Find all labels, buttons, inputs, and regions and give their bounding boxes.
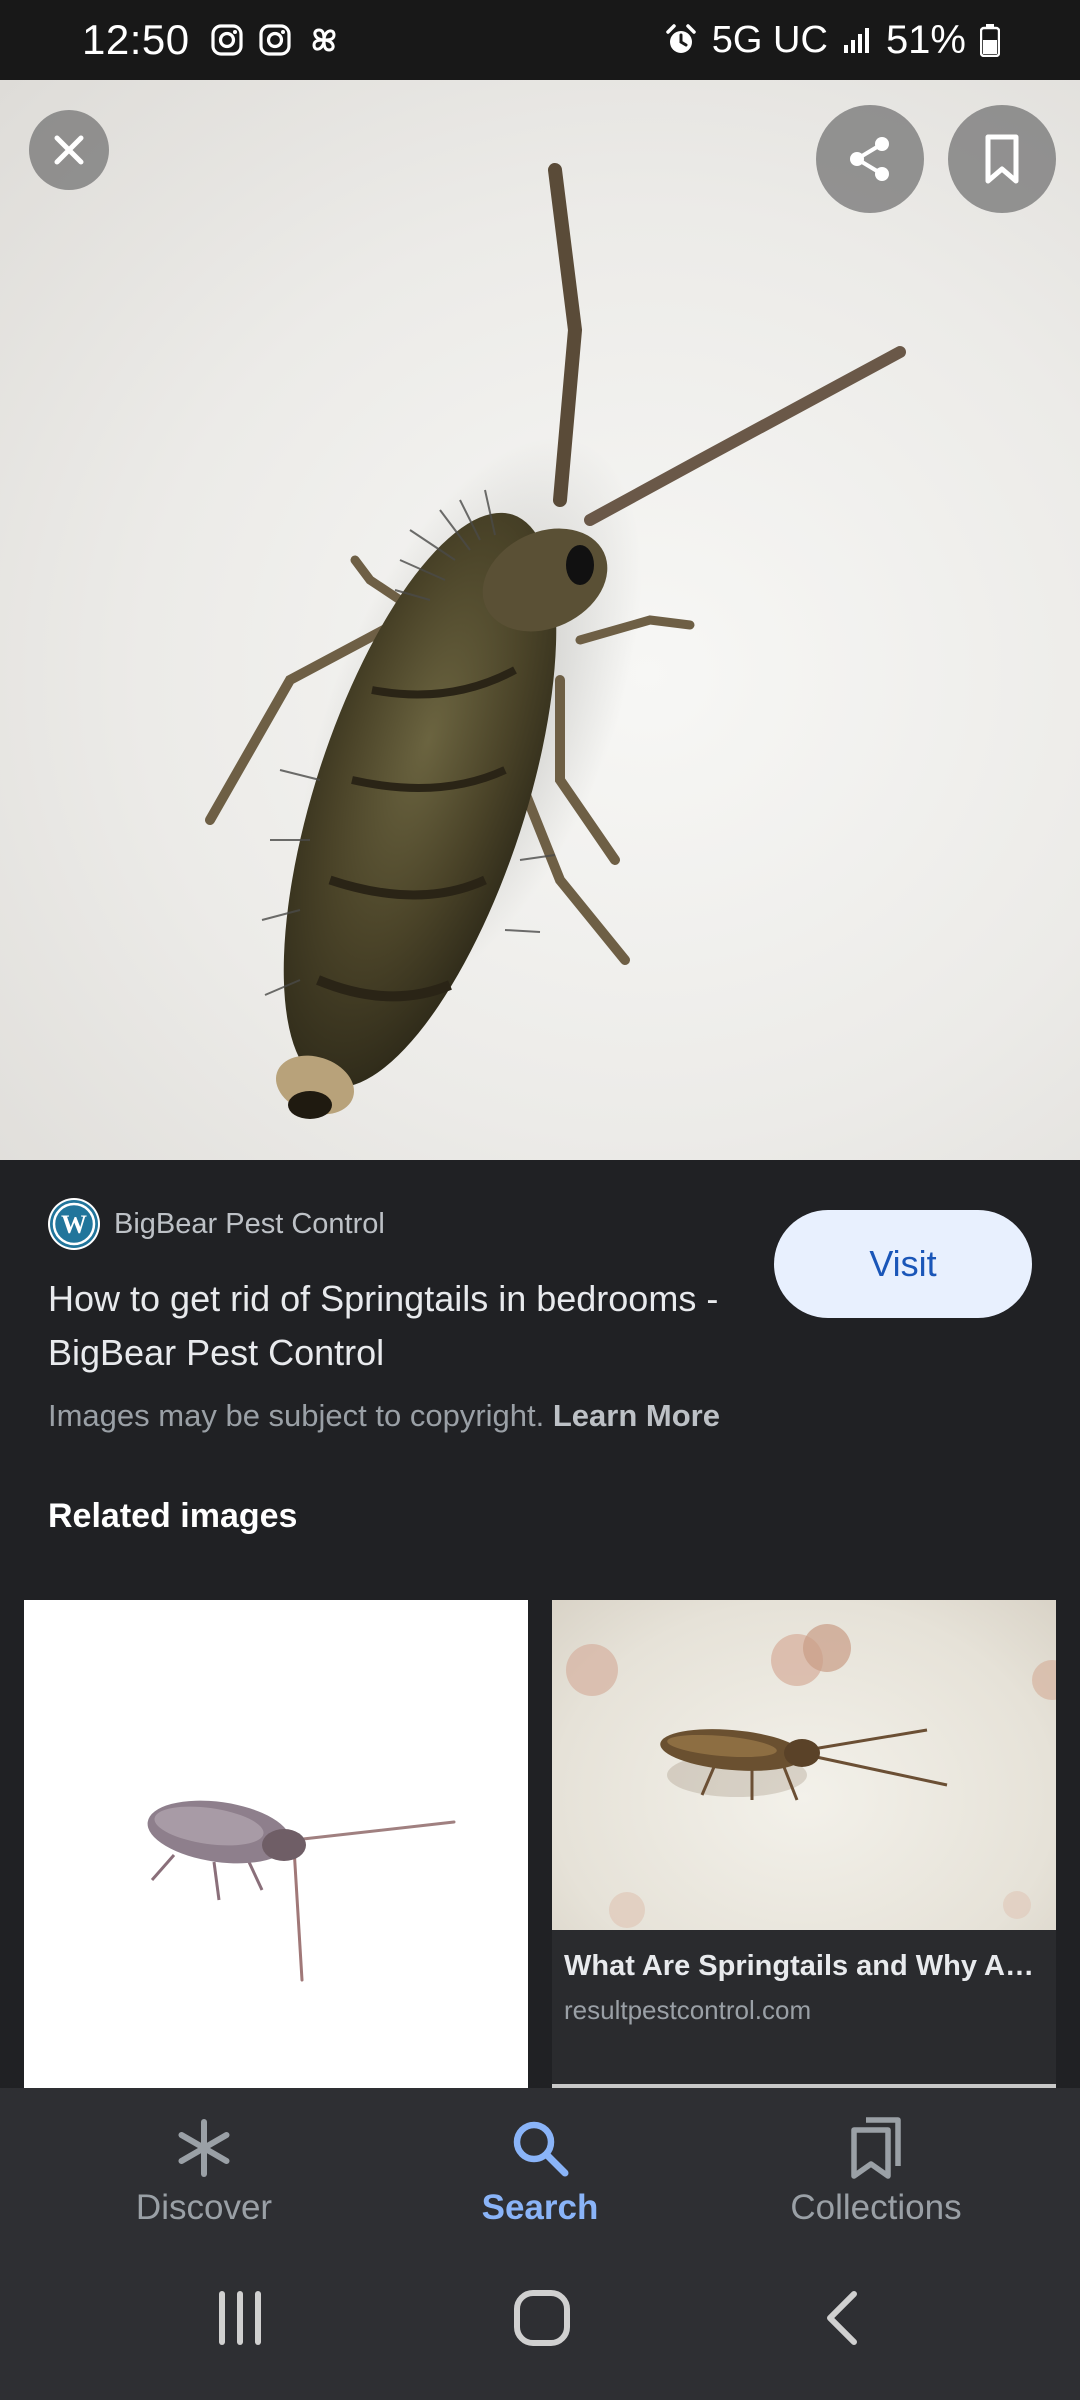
signal-icon	[842, 25, 872, 55]
alarm-icon	[664, 23, 698, 57]
related-image-2	[552, 1600, 1056, 1930]
learn-more-link[interactable]: Learn More	[553, 1398, 720, 1433]
source-name: BigBear Pest Control	[114, 1207, 385, 1240]
search-icon	[508, 2116, 572, 2180]
instagram-icon	[210, 23, 244, 57]
back-icon	[827, 2291, 857, 2345]
related-card-2[interactable]: What Are Springtails and Why Ar… resultp…	[552, 1600, 1056, 2090]
share-button[interactable]	[816, 105, 924, 213]
related-images-heading: Related images	[48, 1497, 298, 1535]
nav-search-label: Search	[481, 2188, 599, 2227]
share-icon	[850, 137, 889, 181]
nav-collections[interactable]: Collections	[746, 2088, 1006, 2238]
close-icon	[54, 135, 84, 165]
home-icon	[514, 2290, 570, 2346]
wordpress-icon: W	[48, 1198, 100, 1250]
system-nav-bar	[0, 2238, 1080, 2400]
source-row[interactable]: W BigBear Pest Control	[48, 1198, 385, 1250]
copyright-notice: Images may be subject to copyright. Lear…	[48, 1398, 720, 1434]
status-left: 12:50	[82, 16, 342, 64]
recent-apps-button[interactable]	[190, 2278, 290, 2358]
back-button[interactable]	[794, 2278, 894, 2358]
bookmark-button[interactable]	[948, 105, 1056, 213]
battery-label: 51%	[885, 17, 966, 62]
asterisk-icon	[172, 2116, 236, 2180]
nav-collections-label: Collections	[790, 2188, 962, 2227]
related-card-2-caption: What Are Springtails and Why Ar…	[564, 1950, 1044, 1982]
recent-apps-icon	[219, 2291, 261, 2345]
springtail-photo	[205, 163, 906, 1119]
related-card-1[interactable]	[24, 1600, 528, 2090]
result-title[interactable]: How to get rid of Springtails in bedroom…	[48, 1272, 748, 1380]
network-label: 5G UC	[711, 18, 828, 61]
related-card-2-domain: resultpestcontrol.com	[564, 1995, 812, 2025]
pinwheel-icon	[306, 22, 342, 58]
nav-discover-label: Discover	[135, 2188, 273, 2227]
bottom-nav: Discover Search Collections	[0, 2088, 1080, 2238]
home-button[interactable]	[492, 2278, 592, 2358]
battery-icon	[980, 23, 1000, 57]
related-image-1	[147, 1800, 456, 1982]
status-time: 12:50	[82, 16, 190, 63]
copyright-text: Images may be subject to copyright.	[48, 1398, 545, 1433]
status-bar: 12:50 5G UC 51%	[0, 0, 1080, 80]
close-button[interactable]	[29, 110, 109, 190]
nav-search[interactable]: Search	[410, 2088, 670, 2238]
status-right: 5G UC 51%	[664, 18, 1000, 63]
hero-image[interactable]	[0, 80, 1080, 1160]
svg-text:W: W	[61, 1210, 87, 1239]
bookmark-icon	[985, 134, 1019, 184]
visit-button[interactable]: Visit	[774, 1210, 1032, 1318]
collections-icon	[844, 2116, 908, 2180]
nav-discover[interactable]: Discover	[74, 2088, 334, 2238]
instagram-icon	[258, 23, 292, 57]
